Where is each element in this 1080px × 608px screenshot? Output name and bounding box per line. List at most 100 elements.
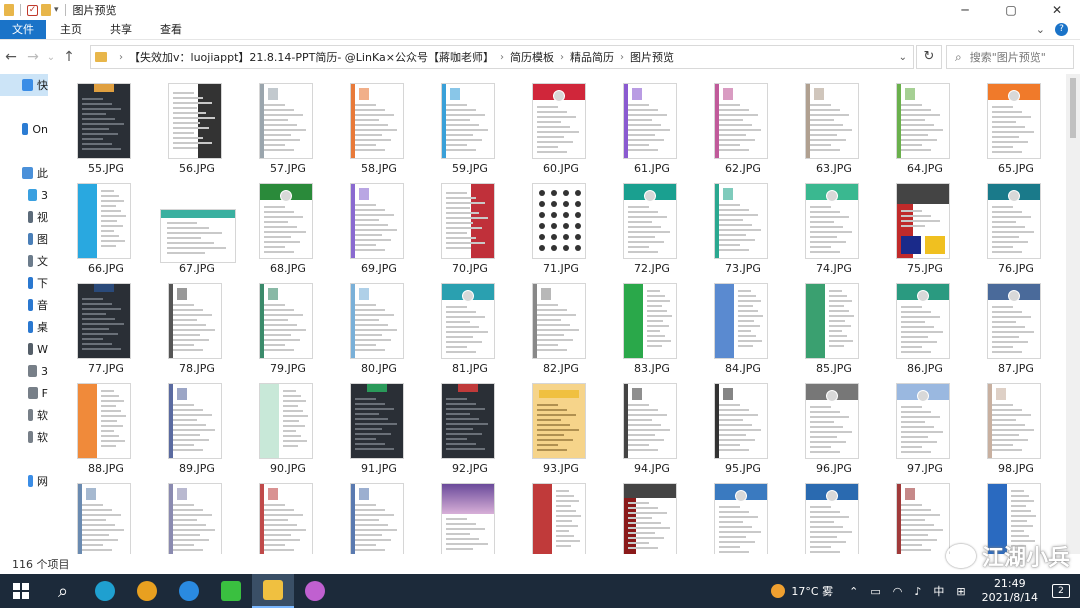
file-item[interactable]: 83.JPG [602,274,692,375]
file-item[interactable]: 75.JPG [875,174,965,275]
sidebar-item[interactable]: 视 [0,206,48,228]
new-folder-icon[interactable] [41,4,51,16]
sidebar-item[interactable]: W [0,338,48,360]
sidebar-item[interactable]: 图 [0,228,48,250]
breadcrumb-separator[interactable]: › [560,52,564,63]
file-item[interactable]: 61.JPG [602,74,692,175]
file-item[interactable]: 62.JPG [693,74,783,175]
help-icon[interactable]: ? [1055,23,1068,36]
sidebar-item[interactable]: 软 [0,404,48,426]
file-item[interactable]: 92.JPG [420,374,510,475]
search-box[interactable]: ⌕ 搜索"图片预览" [946,45,1074,69]
file-item[interactable]: 68.JPG [238,174,328,275]
sidebar-item[interactable]: On [0,118,48,140]
breadcrumb-separator[interactable]: › [620,52,624,63]
file-item[interactable]: 93.JPG [511,374,601,475]
file-item[interactable]: 59.JPG [420,74,510,175]
sidebar-item[interactable]: 3 [0,184,48,206]
file-item[interactable]: 67.JPG [147,174,237,275]
taskbar-button[interactable] [168,574,210,608]
close-button[interactable]: ✕ [1034,0,1080,20]
file-item[interactable]: 80.JPG [329,274,419,375]
wifi-icon[interactable]: ◠ [893,585,903,598]
address-bar[interactable]: › 【失效加v：luojiappt】21.8.14-PPT简历- @LinKa×… [90,45,914,69]
file-item[interactable] [329,474,419,554]
taskbar-button[interactable] [126,574,168,608]
customize-toolbar-icon[interactable]: ▾ [54,5,59,15]
file-item[interactable]: 73.JPG [693,174,783,275]
vertical-scrollbar[interactable] [1066,74,1080,554]
file-item[interactable]: 91.JPG [329,374,419,475]
file-item[interactable]: 97.JPG [875,374,965,475]
file-item[interactable]: 63.JPG [784,74,874,175]
file-item[interactable]: 65.JPG [966,74,1056,175]
file-item[interactable]: 57.JPG [238,74,328,175]
sidebar-item[interactable]: 此 [0,162,48,184]
sidebar-item[interactable]: F [0,382,48,404]
file-item[interactable]: 82.JPG [511,274,601,375]
file-item[interactable] [238,474,328,554]
file-item[interactable]: 69.JPG [329,174,419,275]
input-method[interactable]: 中 [933,583,944,599]
file-item[interactable] [511,474,601,554]
breadcrumb-item[interactable]: 简历模板 [510,49,554,65]
tab-home[interactable]: 主页 [46,20,96,39]
file-item[interactable] [602,474,692,554]
file-item[interactable]: 98.JPG [966,374,1056,475]
file-item[interactable]: 96.JPG [784,374,874,475]
file-item[interactable]: 77.JPG [56,274,146,375]
taskbar-button[interactable] [252,574,294,608]
chevron-down-icon[interactable]: ⌄ [899,52,907,63]
taskbar-button[interactable]: ⌕ [42,574,84,608]
file-item[interactable]: 81.JPG [420,274,510,375]
taskbar-button[interactable] [210,574,252,608]
sidebar-item[interactable]: 下 [0,272,48,294]
sidebar-item[interactable]: 网 [0,470,48,492]
file-item[interactable]: 72.JPG [602,174,692,275]
back-button[interactable]: ← [0,49,22,65]
tab-file[interactable]: 文件 [0,20,46,39]
file-item[interactable]: 60.JPG [511,74,601,175]
taskbar-button[interactable] [84,574,126,608]
file-item[interactable]: 66.JPG [56,174,146,275]
weather-text[interactable]: 17°C 雾 [791,583,833,599]
file-item[interactable]: 55.JPG [56,74,146,175]
maximize-button[interactable]: ▢ [988,0,1034,20]
file-item[interactable]: 90.JPG [238,374,328,475]
ime-mode-icon[interactable]: ⊞ [956,585,965,598]
file-item[interactable] [147,474,237,554]
volume-icon[interactable]: ♪ [914,585,921,598]
file-item[interactable]: 87.JPG [966,274,1056,375]
file-item[interactable]: 70.JPG [420,174,510,275]
file-item[interactable] [56,474,146,554]
sidebar-item[interactable]: 桌 [0,316,48,338]
taskbar-button[interactable] [0,574,42,608]
ribbon-expand-icon[interactable]: ⌄ [1036,23,1045,36]
breadcrumb-item[interactable]: 【失效加v：luojiappt】21.8.14-PPT简历- @LinKa×公众… [129,49,494,65]
file-item[interactable]: 71.JPG [511,174,601,275]
file-item[interactable]: 85.JPG [784,274,874,375]
file-item[interactable]: 94.JPG [602,374,692,475]
tab-share[interactable]: 共享 [96,20,146,39]
tab-view[interactable]: 查看 [146,20,196,39]
file-item[interactable] [784,474,874,554]
file-item[interactable]: 58.JPG [329,74,419,175]
notification-center-icon[interactable]: 2 [1052,584,1070,598]
minimize-button[interactable]: ─ [942,0,988,20]
file-item[interactable]: 74.JPG [784,174,874,275]
file-item[interactable]: 64.JPG [875,74,965,175]
file-item[interactable]: 76.JPG [966,174,1056,275]
refresh-button[interactable]: ↻ [916,45,942,69]
sidebar-item[interactable]: 音 [0,294,48,316]
breadcrumb-separator[interactable]: › [119,52,123,63]
show-hidden-icons-icon[interactable]: ⌃ [849,585,858,598]
file-item[interactable] [693,474,783,554]
forward-button[interactable]: → [22,49,44,65]
sidebar-item[interactable]: 文 [0,250,48,272]
recent-locations-button[interactable]: ⌄ [44,52,58,63]
file-item[interactable]: 95.JPG [693,374,783,475]
file-item[interactable]: 79.JPG [238,274,328,375]
file-item[interactable]: 88.JPG [56,374,146,475]
breadcrumb-separator[interactable]: › [500,52,504,63]
battery-icon[interactable]: ▭ [870,585,880,598]
